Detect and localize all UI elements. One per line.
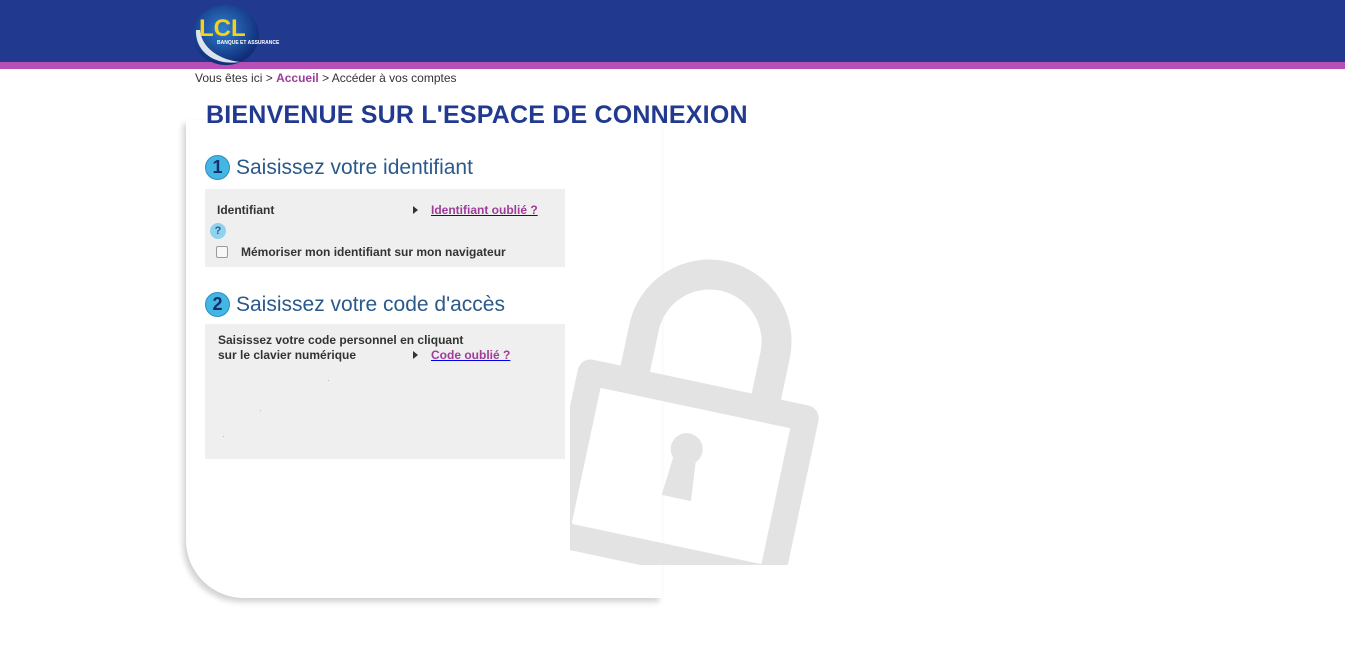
remember-identifier-checkbox[interactable] [216,246,228,258]
identifier-panel: Identifiant Identifiant oublié ? ? Mémor… [205,189,565,267]
access-code-panel: Saisissez votre code personnel en cliqua… [205,324,565,459]
keypad-placeholder-dot [328,380,329,381]
lcl-logo[interactable]: LCL BANQUE ET ASSURANCE [190,2,290,66]
breadcrumb-prefix: Vous êtes ici [195,71,263,85]
svg-text:BANQUE ET ASSURANCE: BANQUE ET ASSURANCE [217,40,280,46]
step1-heading: 1 Saisissez votre identifiant [205,155,473,180]
triangle-right-icon [413,206,418,214]
breadcrumb-home-link[interactable]: Accueil [276,71,319,85]
breadcrumb-separator: > [322,71,330,85]
breadcrumb: Vous êtes ici > Accueil > Accéder à vos … [195,71,457,85]
question-mark-icon[interactable]: ? [210,223,226,239]
breadcrumb-current: Accéder à vos comptes [331,71,457,85]
breadcrumb-separator: > [265,71,273,85]
triangle-right-icon [413,351,418,359]
step1-number-badge: 1 [205,155,230,180]
step1-title: Saisissez votre identifiant [236,155,473,179]
forgot-code-label: Code oublié ? [431,348,511,362]
svg-text:LCL: LCL [199,15,246,42]
identifier-label: Identifiant [217,203,275,217]
keypad-placeholder-dot [223,436,224,437]
forgot-identifier-link[interactable]: Identifiant oublié ? [413,203,538,217]
forgot-code-link[interactable]: Code oublié ? [413,348,510,362]
forgot-identifier-label: Identifiant oublié ? [431,203,538,217]
remember-identifier-label[interactable]: Mémoriser mon identifiant sur mon naviga… [241,245,506,259]
keypad-placeholder-dot [260,410,261,411]
step2-heading: 2 Saisissez votre code d'accès [205,292,505,317]
page-title: BIENVENUE SUR L'ESPACE DE CONNEXION [206,101,748,129]
step2-title: Saisissez votre code d'accès [236,292,505,316]
step2-number-badge: 2 [205,292,230,317]
logo-graphic: LCL BANQUE ET ASSURANCE [193,5,280,65]
padlock-icon [570,259,819,565]
instructions-line-1: Saisissez votre code personnel en cliqua… [218,333,464,347]
